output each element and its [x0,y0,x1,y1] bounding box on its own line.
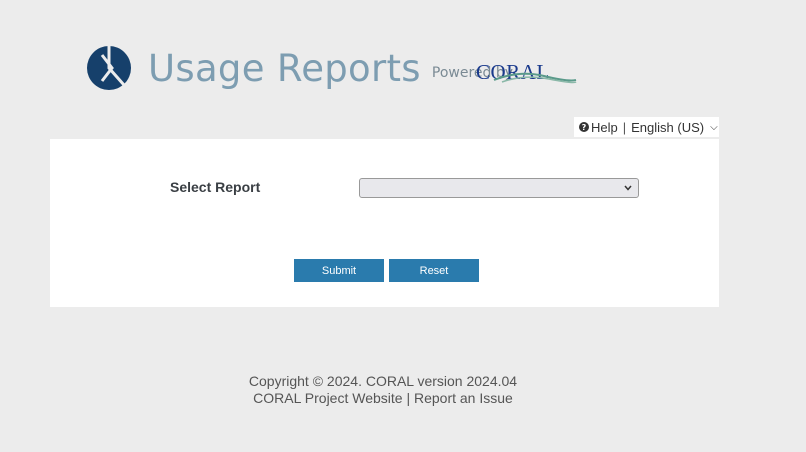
language-select[interactable]: English (US) ⌵ [631,120,718,135]
project-website-link[interactable]: CORAL Project Website [253,390,402,406]
report-panel: Select Report Submit Reset [50,139,719,307]
pie-chart-logo-icon [87,46,131,90]
select-report-label: Select Report [170,179,261,195]
app-header: Usage Reports Powered by [86,42,513,94]
help-icon[interactable]: ? [579,122,589,132]
footer-separator: | [406,390,411,406]
copyright-text: Copyright © 2024. CORAL version 2024.04 [248,373,518,389]
toolbar-separator: | [622,119,627,135]
report-select[interactable] [359,178,639,198]
chevron-down-icon [624,185,632,191]
help-link[interactable]: Help [591,120,618,135]
footer: Copyright © 2024. CORAL version 2024.04 … [0,373,766,407]
coral-logo[interactable]: CORAL [474,58,578,88]
coral-wave-icon [493,72,577,84]
report-issue-link[interactable]: Report an Issue [414,390,513,406]
top-toolbar: ? Help | English (US) ⌵ [574,117,719,137]
chevron-down-icon: ⌵ [710,121,718,133]
submit-button[interactable]: Submit [294,259,384,282]
language-label: English (US) [631,119,705,135]
page-title: Usage Reports [148,46,421,90]
footer-links: CORAL Project Website | Report an Issue [0,390,766,407]
reset-button[interactable]: Reset [389,259,479,282]
